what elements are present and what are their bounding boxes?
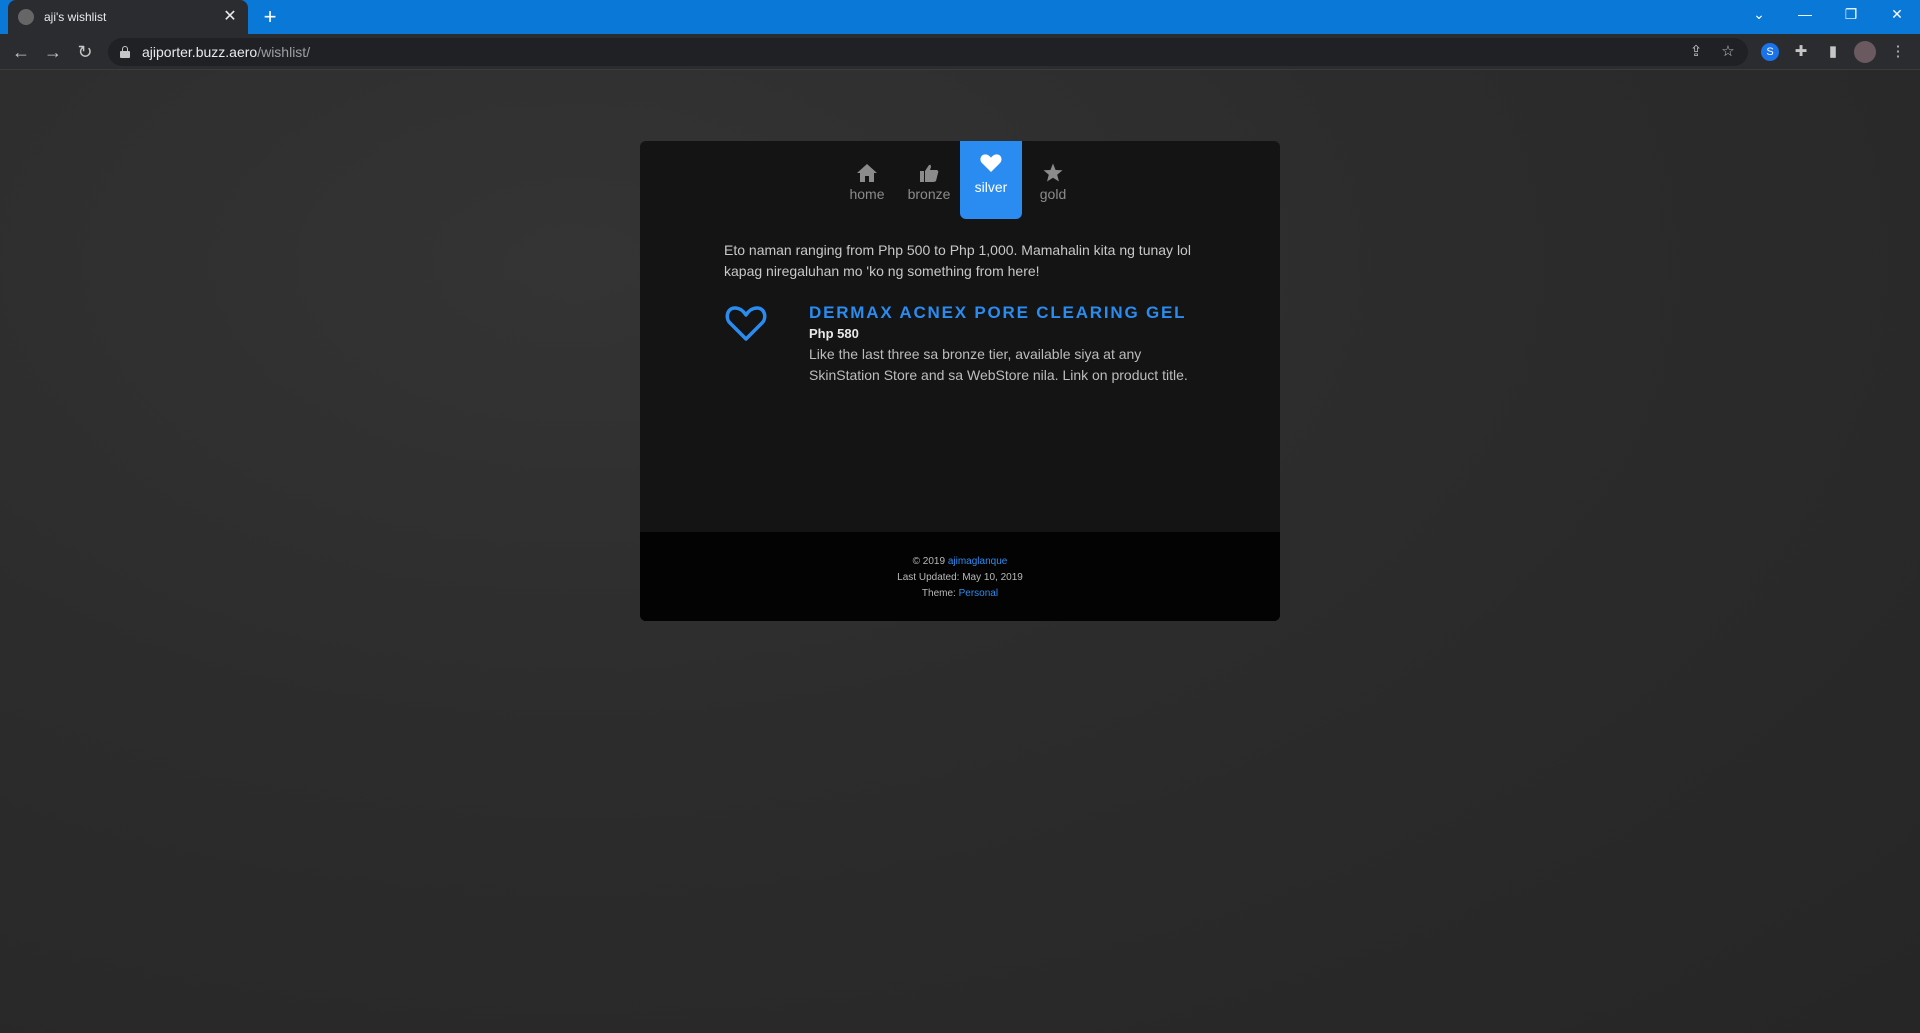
footer-theme: Theme: Personal <box>640 586 1280 602</box>
footer-copyright: © 2019 ajimaglanque <box>640 554 1280 570</box>
favicon-icon <box>18 9 34 25</box>
tab-search-icon[interactable]: ⌄ <box>1736 0 1782 28</box>
nav-label-home: home <box>849 186 885 202</box>
browser-titlebar: aji's wishlist ✕ + ⌄ — ❐ ✕ <box>0 0 1920 34</box>
browser-tab[interactable]: aji's wishlist ✕ <box>8 0 248 34</box>
nav-item-bronze[interactable]: bronze <box>898 141 960 219</box>
home-icon <box>857 164 877 182</box>
forward-icon[interactable]: → <box>41 40 65 64</box>
close-window-button[interactable]: ✕ <box>1874 0 1920 28</box>
wishlist-item-body: DERMAX ACNEX PORE CLEARING GEL Php 580 L… <box>809 301 1204 386</box>
page-footer: © 2019 ajimaglanque Last Updated: May 10… <box>640 532 1280 621</box>
menu-kebab-icon[interactable]: ⋮ <box>1888 42 1908 62</box>
nav-item-gold[interactable]: gold <box>1022 141 1084 219</box>
theme-label: Theme: <box>921 588 956 599</box>
tab-title: aji's wishlist <box>44 10 107 24</box>
nav-label-bronze: bronze <box>907 186 951 202</box>
item-title-link[interactable]: DERMAX ACNEX PORE CLEARING GEL <box>809 301 1204 325</box>
bookmark-star-icon[interactable]: ☆ <box>1718 42 1738 62</box>
restore-button[interactable]: ❐ <box>1828 0 1874 28</box>
author-link[interactable]: ajimaglanque <box>948 556 1008 567</box>
address-bar[interactable]: ajiporter.buzz.aero/wishlist/ ⇪ ☆ <box>108 38 1748 66</box>
nav-item-silver[interactable]: silver <box>960 141 1022 219</box>
copyright-text: © 2019 <box>912 556 946 567</box>
browser-toolbar: ← → ↻ ajiporter.buzz.aero/wishlist/ ⇪ ☆ … <box>0 34 1920 70</box>
back-icon[interactable]: ← <box>9 40 33 64</box>
nav-label-silver: silver <box>974 179 1008 195</box>
nav-item-home[interactable]: home <box>836 141 898 219</box>
side-panel-icon[interactable]: ▮ <box>1823 42 1843 62</box>
heart-outline-icon <box>725 306 767 341</box>
footer-last-updated: Last Updated: May 10, 2019 <box>897 572 1023 583</box>
lock-icon <box>120 46 130 58</box>
item-price: Php 580 <box>809 326 859 341</box>
thumbs-up-icon <box>920 164 939 182</box>
heart-icon <box>980 154 1002 173</box>
url-text[interactable]: ajiporter.buzz.aero/wishlist/ <box>142 44 310 60</box>
tier-nav: home bronze silver gold <box>640 141 1280 219</box>
url-path: /wishlist/ <box>257 44 311 60</box>
profile-avatar[interactable] <box>1854 41 1876 63</box>
reload-icon[interactable]: ↻ <box>73 40 97 64</box>
tab-close-icon[interactable]: ✕ <box>222 9 238 25</box>
tier-intro-text: Eto naman ranging from Php 500 to Php 1,… <box>724 242 1191 279</box>
url-host: ajiporter.buzz.aero <box>142 44 258 60</box>
item-description: Like the last three sa bronze tier, avai… <box>809 346 1188 383</box>
theme-link[interactable]: Personal <box>959 588 998 599</box>
page-background: home bronze silver gold Eto naman rangin… <box>0 70 1920 1033</box>
star-icon <box>1043 163 1063 182</box>
extension-shazam-icon[interactable]: S <box>1761 43 1779 61</box>
wishlist-card: home bronze silver gold Eto naman rangin… <box>640 141 1280 621</box>
share-icon[interactable]: ⇪ <box>1686 42 1706 62</box>
extensions-puzzle-icon[interactable]: ✚ <box>1791 42 1811 62</box>
new-tab-button[interactable]: + <box>258 5 282 29</box>
nav-label-gold: gold <box>1039 186 1067 202</box>
minimize-button[interactable]: — <box>1782 0 1828 28</box>
